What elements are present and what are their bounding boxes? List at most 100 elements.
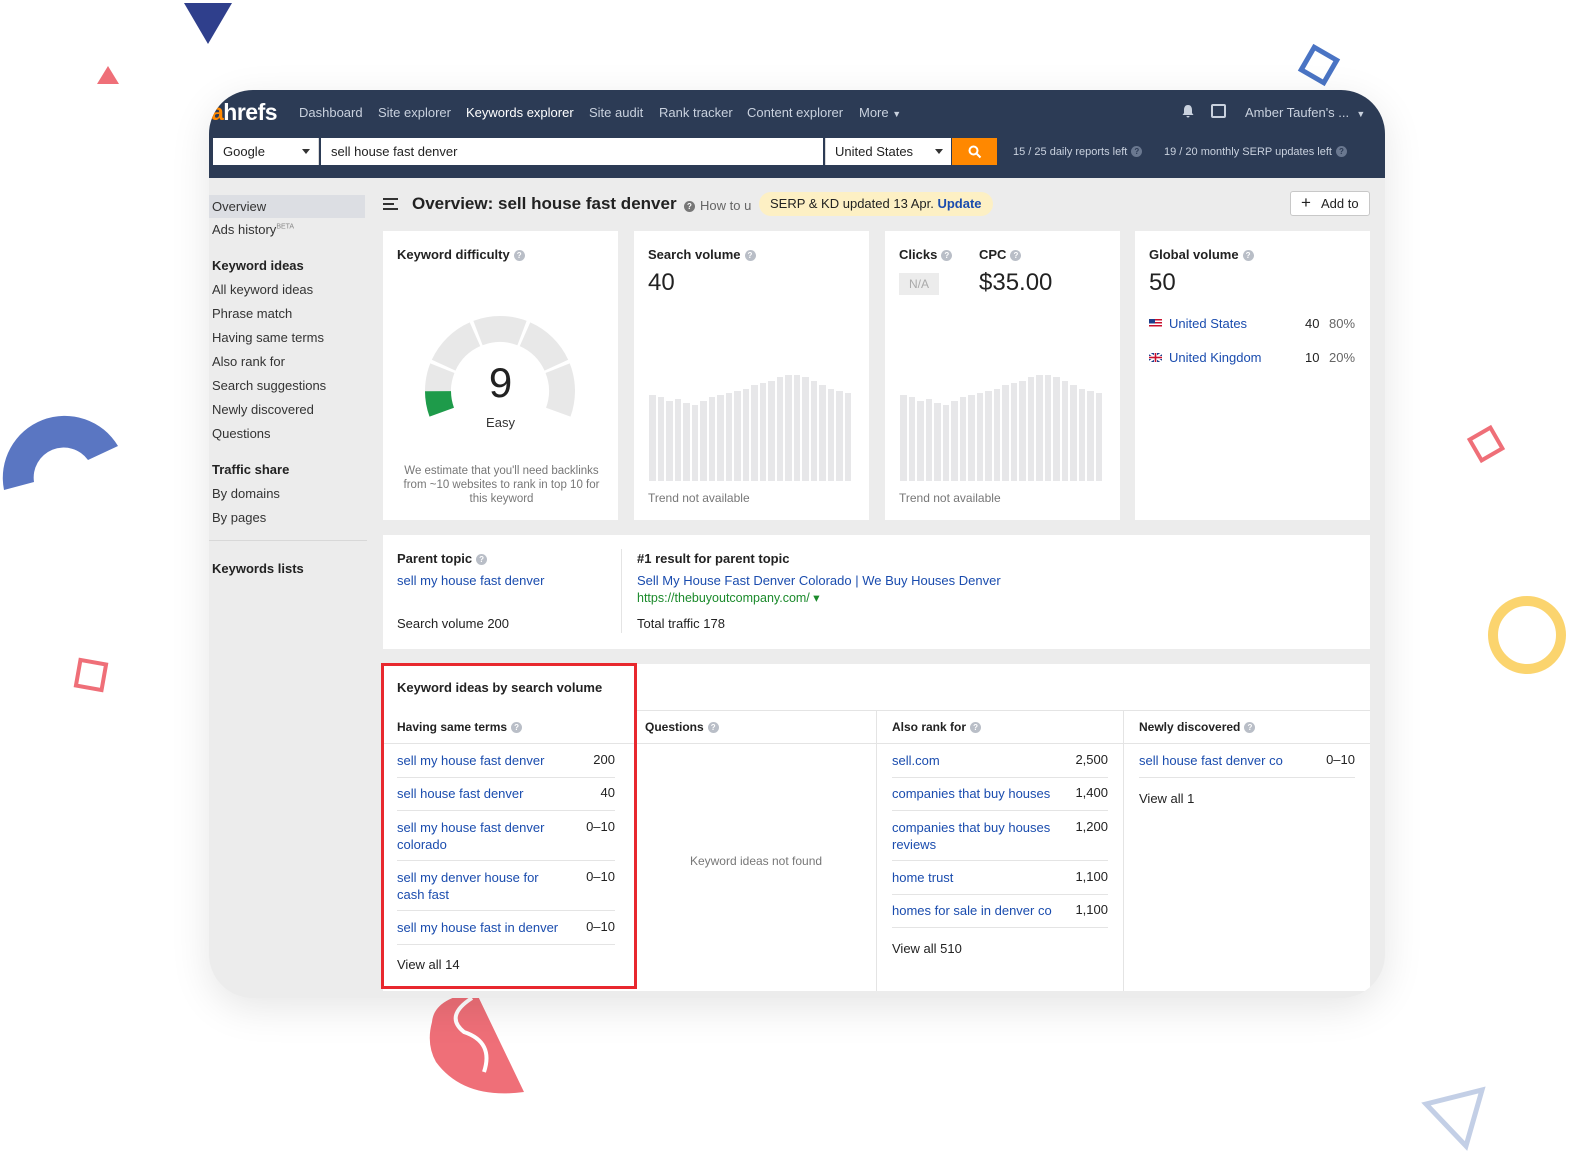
update-link[interactable]: Update: [937, 196, 981, 211]
help-icon[interactable]: ?: [1131, 146, 1143, 157]
help-icon[interactable]: ?: [1242, 250, 1254, 261]
divider: [621, 549, 622, 633]
help-icon[interactable]: ?: [707, 722, 719, 733]
difficulty-note: We estimate that you'll need backlinks f…: [403, 465, 600, 505]
top-result-url[interactable]: https://thebuyoutcompany.com/ ▾: [637, 590, 820, 605]
help-icon[interactable]: ?: [513, 250, 525, 261]
keyword-link[interactable]: home trust: [892, 869, 1060, 886]
nav-keywords-explorer[interactable]: Keywords explorer: [466, 105, 574, 120]
decor-ball-pink: [429, 992, 524, 1094]
trend-bar: [1087, 391, 1094, 481]
trend-bar: [844, 393, 851, 481]
sidebar-heading-traffic-share: Traffic share: [212, 462, 290, 477]
help-icon[interactable]: ?: [1010, 250, 1022, 261]
clicks-cpc-card: Clicks? N/A CPC? $35.00 Trend not availa…: [885, 231, 1120, 520]
card-title: Parent topic?: [397, 551, 488, 566]
country-select[interactable]: United States: [825, 138, 951, 165]
view-all-link[interactable]: View all 1: [1139, 791, 1194, 806]
keyword-link[interactable]: sell house fast denver co: [1139, 752, 1309, 769]
sidebar-item-search-suggestions[interactable]: Search suggestions: [212, 378, 326, 393]
help-icon[interactable]: ?: [1244, 722, 1256, 733]
keyword-link[interactable]: companies that buy houses: [892, 785, 1060, 802]
help-icon[interactable]: ?: [941, 250, 953, 261]
help-icon[interactable]: ?: [744, 250, 756, 261]
inbox-icon[interactable]: [1211, 104, 1226, 118]
sidebar-item-overview[interactable]: Overview: [209, 195, 365, 218]
sidebar-item-having-same-terms[interactable]: Having same terms: [212, 330, 324, 345]
trend-bar: [951, 401, 958, 481]
card-title: Keyword difficulty?: [397, 247, 525, 262]
trend-bar: [1070, 385, 1077, 481]
nav-site-audit[interactable]: Site audit: [589, 105, 643, 120]
decor-arc-blue: [2, 415, 118, 490]
divider: [892, 777, 1108, 778]
help-icon[interactable]: ?: [970, 722, 982, 733]
keyword-link[interactable]: sell.com: [892, 752, 1060, 769]
card-title: Global volume?: [1149, 247, 1254, 262]
keyword-volume: 1,200: [1075, 819, 1108, 834]
how-to-link[interactable]: ? How to u: [684, 198, 751, 213]
trend-bar: [666, 401, 673, 481]
trend-bar: [751, 385, 758, 481]
trend-bar: [1044, 375, 1051, 481]
sidebar-item-keywords-lists[interactable]: Keywords lists: [212, 561, 304, 576]
notification-bell-icon[interactable]: [1181, 104, 1195, 118]
menu-icon[interactable]: [383, 198, 398, 210]
nav-rank-tracker[interactable]: Rank tracker: [659, 105, 733, 120]
keyword-link[interactable]: homes for sale in denver co: [892, 902, 1067, 919]
nav-site-explorer[interactable]: Site explorer: [378, 105, 451, 120]
trend-bar: [976, 393, 983, 481]
us-flag-icon: [1149, 319, 1162, 328]
sidebar-item-phrase-match[interactable]: Phrase match: [212, 306, 292, 321]
help-icon[interactable]: ?: [476, 554, 488, 565]
trend-bar: [649, 395, 656, 481]
trend-bar: [917, 401, 924, 481]
country-link-uk[interactable]: United Kingdom: [1169, 350, 1262, 365]
keyword-volume: 1,100: [1075, 902, 1108, 917]
nav-content-explorer[interactable]: Content explorer: [747, 105, 843, 120]
top-result-link[interactable]: Sell My House Fast Denver Colorado | We …: [637, 573, 1001, 588]
trend-bar: [993, 389, 1000, 481]
trend-bar: [1027, 377, 1034, 481]
sidebar-item-questions[interactable]: Questions: [212, 426, 271, 441]
view-all-link[interactable]: View all 510: [892, 941, 962, 956]
keyword-search-input[interactable]: sell house fast denver: [321, 138, 823, 165]
keyword-link[interactable]: companies that buy houses reviews: [892, 819, 1060, 853]
country-share: 20%: [1329, 350, 1356, 365]
trend-bar: [827, 389, 834, 481]
trend-bar: [742, 389, 749, 481]
country-volume: 40: [1305, 316, 1320, 331]
trend-bar: [759, 383, 766, 481]
trend-bar: [734, 391, 741, 481]
sidebar-item-by-pages[interactable]: By pages: [212, 510, 266, 525]
search-button[interactable]: [952, 138, 997, 165]
nav-dashboard[interactable]: Dashboard: [299, 105, 363, 120]
trend-bar: [925, 399, 932, 481]
sidebar-divider: [209, 540, 367, 541]
search-engine-select[interactable]: Google: [213, 138, 319, 165]
app-window: ahrefs Dashboard Site explorer Keywords …: [209, 90, 1385, 998]
nav-more[interactable]: More ▼: [859, 105, 901, 120]
trend-bar: [1019, 381, 1026, 481]
country-link-us[interactable]: United States: [1169, 316, 1247, 331]
sidebar-item-newly-discovered[interactable]: Newly discovered: [212, 402, 314, 417]
sidebar-item-by-domains[interactable]: By domains: [212, 486, 280, 501]
help-icon: ?: [684, 201, 695, 212]
uk-flag-icon: [1149, 353, 1162, 362]
keyword-volume: 0–10: [1326, 752, 1355, 767]
help-icon[interactable]: ?: [1335, 146, 1347, 157]
sidebar-item-all-keyword-ideas[interactable]: All keyword ideas: [212, 282, 313, 297]
monthly-limit-text: 19 / 20 monthly SERP updates left?: [1164, 146, 1347, 158]
search-volume-card: Search volume? 40 Trend not available: [634, 231, 869, 520]
add-to-button[interactable]: + Add to: [1290, 191, 1370, 216]
trend-bar: [793, 375, 800, 481]
decor-square-pink-right: [1466, 424, 1506, 464]
ahrefs-logo[interactable]: ahrefs: [211, 99, 278, 126]
clicks-value: N/A: [899, 273, 939, 295]
daily-limit-text: 15 / 25 daily reports left?: [1013, 146, 1143, 158]
sidebar-item-ads-history[interactable]: Ads historyBETA: [212, 222, 294, 237]
parent-topic-link[interactable]: sell my house fast denver: [397, 573, 544, 588]
account-menu[interactable]: Amber Taufen's ... ▼: [1245, 105, 1365, 120]
top-result-traffic: Total traffic 178: [637, 616, 725, 631]
sidebar-item-also-rank-for[interactable]: Also rank for: [212, 354, 285, 369]
